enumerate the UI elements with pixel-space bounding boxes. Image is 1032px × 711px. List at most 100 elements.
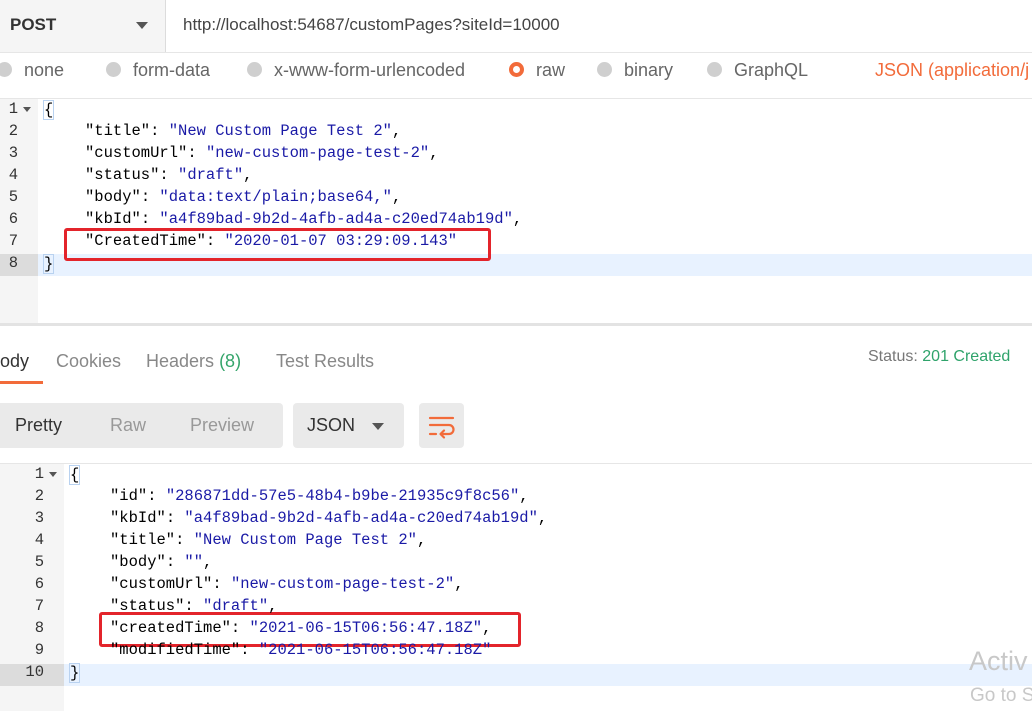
body-type-options: none form-data x-www-form-urlencoded raw…: [0, 52, 1032, 99]
json-key: "status": [110, 597, 185, 615]
json-punctuation: ,: [454, 575, 464, 593]
json-key: "modifiedTime": [110, 641, 241, 659]
radio-binary[interactable]: binary: [597, 60, 673, 80]
line-number: 2: [8, 122, 18, 140]
json-separator: :: [159, 166, 179, 184]
method-label: POST: [10, 15, 57, 34]
line-number: 7: [34, 597, 44, 615]
radio-urlencoded[interactable]: x-www-form-urlencoded: [247, 60, 465, 80]
json-key: "id": [110, 487, 148, 505]
json-key: "kbId": [85, 210, 141, 228]
code-line: "createdTime": "2021-06-15T06:56:47.18Z"…: [110, 619, 491, 637]
chevron-down-icon: [372, 423, 384, 430]
json-separator: :: [205, 232, 225, 250]
json-punctuation: ,: [391, 188, 402, 206]
json-value: "data:text/plain;base64,": [159, 188, 392, 206]
code-line: "body": "",: [110, 553, 212, 571]
radio-icon: [247, 62, 262, 77]
json-key: "status": [85, 166, 160, 184]
active-line-highlight: [64, 664, 1032, 686]
line-number: 1: [8, 100, 18, 118]
view-raw-button[interactable]: Raw: [110, 415, 146, 436]
radio-icon: [597, 62, 612, 77]
json-key: "kbId": [110, 509, 166, 527]
code-line: "customUrl": "new-custom-page-test-2",: [85, 144, 439, 162]
line-number: 6: [8, 210, 18, 228]
json-value: "New Custom Page Test 2": [168, 122, 392, 140]
line-number: 10: [25, 663, 44, 681]
line-number: 4: [34, 531, 44, 549]
content-type-select[interactable]: JSON (application/j: [875, 60, 1029, 80]
url-input[interactable]: http://localhost:54687/customPages?siteI…: [183, 15, 560, 35]
json-key: "body": [110, 553, 166, 571]
line-number: 5: [8, 188, 18, 206]
pane-divider[interactable]: [0, 323, 1032, 326]
json-value: "286871dd-57e5-48b4-b9be-21935c9f8c56": [165, 487, 520, 505]
radio-none[interactable]: none: [0, 60, 64, 80]
json-key: "CreatedTime": [85, 232, 206, 250]
view-preview-button[interactable]: Preview: [190, 415, 254, 436]
radio-raw[interactable]: raw: [509, 60, 565, 80]
json-punctuation: ,: [519, 487, 529, 505]
radio-icon: [106, 62, 121, 77]
activation-watermark-sub: Go to S: [970, 685, 1032, 706]
view-pretty-button[interactable]: Pretty: [15, 415, 62, 436]
code-line: "id": "286871dd-57e5-48b4-b9be-21935c9f8…: [110, 487, 529, 505]
json-punctuation: ,: [512, 210, 523, 228]
code-line: }: [43, 254, 55, 274]
tab-headers[interactable]: Headers (8): [146, 351, 241, 372]
format-select[interactable]: JSON: [293, 403, 404, 448]
json-separator: :: [150, 122, 169, 140]
line-number: 8: [34, 619, 44, 637]
json-value: "draft": [178, 166, 244, 184]
line-number: 7: [8, 232, 18, 250]
json-punctuation: ,: [203, 553, 213, 571]
fold-toggle-icon[interactable]: [49, 472, 57, 477]
json-value: "New Custom Page Test 2": [193, 531, 417, 549]
tab-cookies[interactable]: Cookies: [56, 351, 121, 372]
code-line: {: [43, 100, 55, 120]
json-value: "a4f89bad-9b2d-4afb-ad4a-c20ed74ab19d": [159, 210, 513, 228]
json-separator: :: [165, 553, 185, 571]
radio-icon: [0, 62, 12, 77]
tab-body[interactable]: ody: [0, 351, 29, 372]
chevron-down-icon: [136, 22, 148, 29]
radio-selected-icon: [509, 62, 524, 77]
radio-graphql[interactable]: GraphQL: [707, 60, 808, 80]
line-number: 4: [8, 166, 18, 184]
line-number: 5: [34, 553, 44, 571]
json-value: "draft": [203, 597, 269, 615]
tab-test-results[interactable]: Test Results: [276, 351, 374, 372]
line-number: 6: [34, 575, 44, 593]
headers-count-badge: (8): [219, 351, 242, 371]
json-separator: :: [175, 531, 194, 549]
line-number: 1: [34, 465, 44, 483]
format-label: JSON: [307, 415, 356, 435]
json-key: "createdTime": [110, 619, 231, 637]
code-line: {: [69, 465, 81, 485]
wrap-lines-button[interactable]: [419, 403, 464, 448]
json-value: "new-custom-page-test-2": [205, 144, 430, 162]
status-badge: 201 Created: [922, 348, 1011, 365]
code-line: "body": "data:text/plain;base64,",: [85, 188, 401, 206]
json-key: "customUrl": [85, 144, 188, 162]
json-separator: :: [165, 509, 185, 527]
json-punctuation: ,: [268, 597, 278, 615]
json-key: "body": [85, 188, 141, 206]
radio-form-data[interactable]: form-data: [106, 60, 210, 80]
json-separator: :: [187, 144, 206, 162]
radio-icon: [707, 62, 722, 77]
active-tab-indicator: [0, 381, 43, 384]
json-separator: :: [140, 188, 160, 206]
line-number: 3: [8, 144, 18, 162]
json-punctuation: ,: [537, 509, 548, 527]
json-value: "2020-01-07 03:29:09.143": [224, 232, 458, 250]
json-separator: :: [212, 575, 231, 593]
code-line: "customUrl": "new-custom-page-test-2",: [110, 575, 464, 593]
json-punctuation: ,: [482, 619, 492, 637]
line-number: 8: [8, 254, 18, 272]
method-select[interactable]: POST: [0, 0, 166, 52]
json-separator: :: [140, 210, 160, 228]
json-punctuation: ,: [243, 166, 253, 184]
fold-toggle-icon[interactable]: [23, 107, 31, 112]
